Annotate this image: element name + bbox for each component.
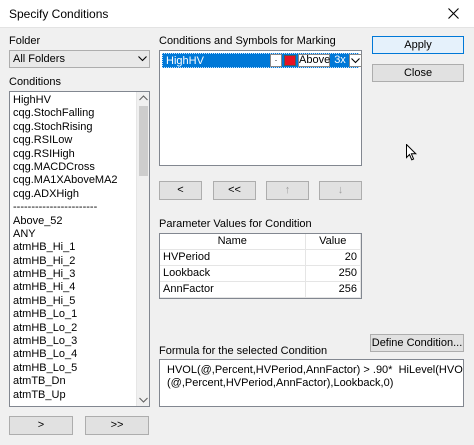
marking-list[interactable]: HighHV · Above 3x: [159, 50, 362, 166]
conditions-scrollbar[interactable]: [136, 92, 149, 406]
chevron-down-icon: [138, 56, 147, 62]
scroll-down-icon[interactable]: [139, 397, 148, 403]
list-item[interactable]: ANY: [12, 228, 135, 241]
list-item[interactable]: atmTB_Up: [12, 389, 135, 402]
list-item[interactable]: HighHV: [12, 94, 135, 107]
list-item[interactable]: atmHB_Hi_1: [12, 241, 135, 254]
list-item[interactable]: cqg.ADXHigh: [12, 188, 135, 201]
marking-label: Conditions and Symbols for Marking: [159, 35, 336, 47]
folder-select[interactable]: All Folders: [9, 50, 150, 68]
params-header-name: Name: [160, 234, 306, 250]
remove-all-button[interactable]: <<: [213, 181, 256, 200]
table-row[interactable]: HVPeriod 20: [160, 249, 361, 266]
list-item[interactable]: -----------------------: [12, 201, 135, 214]
list-item[interactable]: cqg.StochRising: [12, 121, 135, 134]
list-item[interactable]: atmHB_Hi_2: [12, 255, 135, 268]
table-row[interactable]: AnnFactor 256: [160, 281, 361, 298]
formula-label: Formula for the selected Condition: [159, 345, 328, 357]
scroll-thumb[interactable]: [139, 106, 148, 176]
marking-row[interactable]: HighHV · Above 3x: [162, 53, 362, 68]
list-item[interactable]: atmHB_Lo_5: [12, 362, 135, 375]
table-row[interactable]: Lookback 250: [160, 265, 361, 282]
list-item[interactable]: cqg.RSILow: [12, 134, 135, 147]
list-item[interactable]: cqg.RSIHigh: [12, 148, 135, 161]
params-header-value: Value: [305, 234, 361, 250]
param-value[interactable]: 20: [305, 249, 361, 266]
add-all-button[interactable]: >>: [85, 416, 149, 435]
list-item[interactable]: atmHB_Lo_1: [12, 308, 135, 321]
remove-selected-button[interactable]: <: [159, 181, 202, 200]
list-item[interactable]: atmHB_Lo_3: [12, 335, 135, 348]
add-selected-button[interactable]: >: [9, 416, 73, 435]
list-item[interactable]: cqg.StochFalling: [12, 107, 135, 120]
marking-options-button[interactable]: ·: [270, 54, 282, 67]
close-icon: [448, 8, 459, 19]
close-button[interactable]: Close: [372, 64, 464, 82]
folder-label: Folder: [9, 35, 41, 47]
conditions-label: Conditions: [9, 76, 61, 88]
window-title: Specify Conditions: [9, 7, 109, 21]
chevron-down-icon: [351, 58, 360, 64]
conditions-items: HighHV cqg.StochFalling cqg.StochRising cqg…: [12, 94, 135, 402]
move-up-button[interactable]: ↑: [266, 181, 309, 200]
apply-button[interactable]: Apply: [372, 36, 464, 54]
list-item[interactable]: atmHB_Hi_4: [12, 281, 135, 294]
mouse-cursor-icon: [406, 144, 417, 161]
param-value[interactable]: 250: [305, 265, 361, 282]
param-name: AnnFactor: [160, 281, 306, 298]
param-name: HVPeriod: [160, 249, 306, 266]
title-bar: Specify Conditions: [0, 0, 474, 28]
list-item[interactable]: atmHB_Hi_5: [12, 295, 135, 308]
list-item[interactable]: cqg.MA1XAboveMA2: [12, 174, 135, 187]
list-item[interactable]: atmHB_Hi_3: [12, 268, 135, 281]
param-value[interactable]: 256: [305, 281, 361, 298]
window-close-button[interactable]: [434, 0, 474, 28]
param-name: Lookback: [160, 265, 306, 282]
list-item[interactable]: atmTB_Dn: [12, 375, 135, 388]
list-item[interactable]: atmHB_Lo_2: [12, 322, 135, 335]
list-item[interactable]: cqg.MACDCross: [12, 161, 135, 174]
params-grid[interactable]: Name Value HVPeriod 20 Lookback 250 AnnF…: [159, 233, 362, 299]
folder-select-value: All Folders: [13, 53, 65, 65]
move-down-button[interactable]: ↓: [319, 181, 362, 200]
marking-multiplier[interactable]: 3x: [331, 54, 349, 67]
list-item[interactable]: atmHB_Lo_4: [12, 348, 135, 361]
marking-row-name: HighHV: [166, 55, 204, 67]
list-item[interactable]: Above_52: [12, 215, 135, 228]
define-condition-button[interactable]: Define Condition...: [370, 334, 464, 352]
marking-direction[interactable]: Above: [298, 54, 330, 67]
conditions-list[interactable]: HighHV cqg.StochFalling cqg.StochRising cqg…: [9, 91, 150, 407]
params-label: Parameter Values for Condition: [159, 218, 312, 230]
formula-text[interactable]: HVOL(@,Percent,HVPeriod,AnnFactor) > .90…: [159, 359, 464, 407]
scroll-up-icon[interactable]: [139, 95, 148, 101]
marking-color-swatch[interactable]: [284, 55, 296, 66]
marking-multiplier-dropdown[interactable]: [349, 54, 362, 67]
